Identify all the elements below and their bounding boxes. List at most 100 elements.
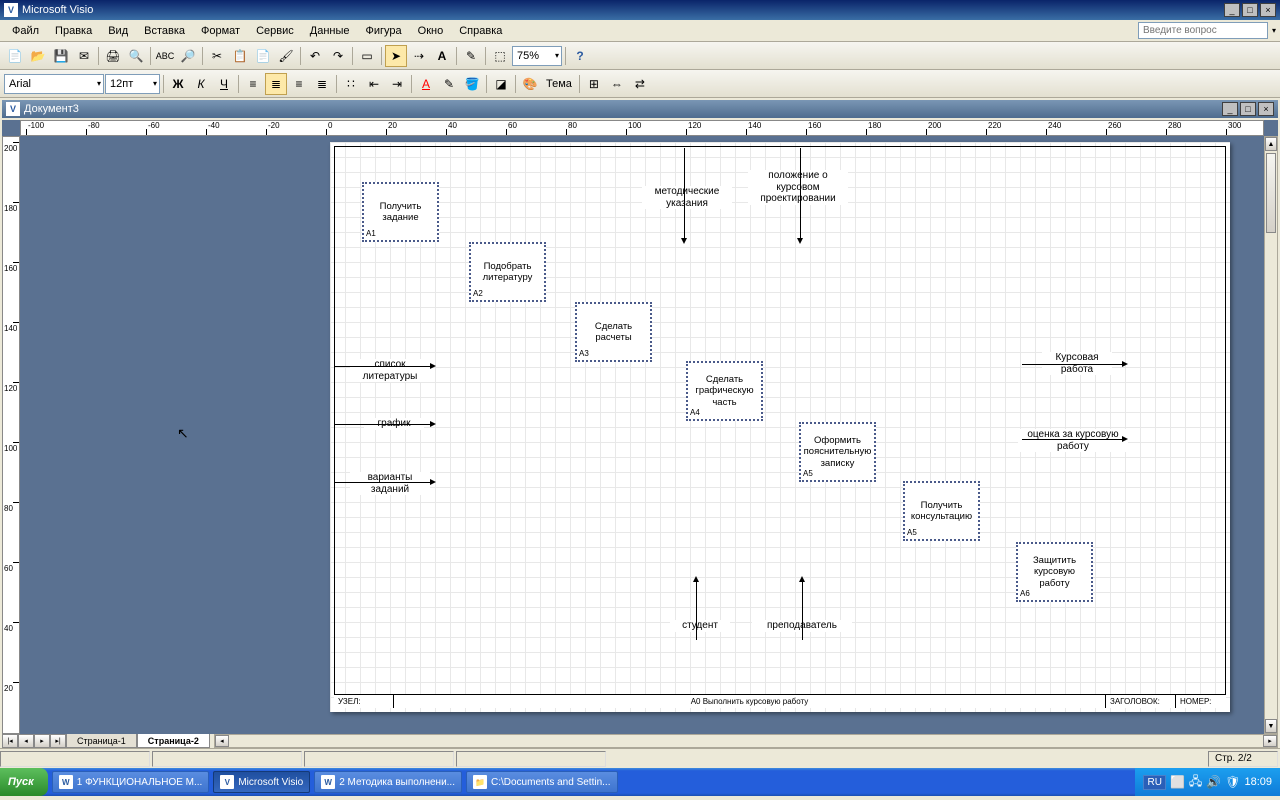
font-color-icon[interactable]: A xyxy=(415,73,437,95)
menu-file[interactable]: Файл xyxy=(4,23,47,39)
doc-close-button[interactable]: × xyxy=(1258,102,1274,116)
shapes-icon[interactable]: ▭ xyxy=(356,45,378,67)
diagram-label[interactable]: варианты заданий xyxy=(350,472,430,495)
zoom-dropdown[interactable]: 75% xyxy=(512,46,562,66)
paste-icon[interactable]: 📄 xyxy=(252,45,274,67)
page-tab-2[interactable]: Страница-2 xyxy=(137,734,210,748)
mail-icon[interactable]: ✉ xyxy=(73,45,95,67)
activity-box[interactable]: Получить заданиеA1 xyxy=(362,182,439,242)
save-icon[interactable]: 💾 xyxy=(50,45,72,67)
scroll-down-button[interactable]: ▼ xyxy=(1265,719,1277,733)
diagram-label[interactable]: список литературы xyxy=(350,359,430,382)
text-icon[interactable]: A xyxy=(431,45,453,67)
drawing-page[interactable]: Получить заданиеA1 Подобрать литературуA2… xyxy=(330,142,1230,712)
redo-icon[interactable]: ↷ xyxy=(327,45,349,67)
tray-shield-icon[interactable]: 🛡 xyxy=(1225,775,1240,789)
format-painter-icon[interactable]: 🖌 xyxy=(275,45,297,67)
spelling-icon[interactable]: ABC xyxy=(154,45,176,67)
menu-tools[interactable]: Сервис xyxy=(248,23,302,39)
line-color-icon[interactable]: ✎ xyxy=(438,73,460,95)
doc-maximize-button[interactable]: □ xyxy=(1240,102,1256,116)
justify-icon[interactable]: ≣ xyxy=(311,73,333,95)
taskbar-item[interactable]: 📁C:\Documents and Settin... xyxy=(466,771,618,793)
cut-icon[interactable]: ✂ xyxy=(206,45,228,67)
theme-icon[interactable]: 🎨 xyxy=(519,73,541,95)
zoom-full-icon[interactable]: ⬚ xyxy=(489,45,511,67)
align-left-icon[interactable]: ≡ xyxy=(242,73,264,95)
ink-icon[interactable]: ✎ xyxy=(460,45,482,67)
tray-network-icon[interactable]: 🖧 xyxy=(1189,772,1202,793)
language-indicator[interactable]: RU xyxy=(1143,775,1165,790)
scroll-thumb[interactable] xyxy=(1266,153,1276,233)
shadow-icon[interactable]: ◪ xyxy=(490,73,512,95)
tray-icon[interactable]: ⬜ xyxy=(1170,775,1185,789)
tab-nav-next[interactable]: ▸ xyxy=(34,734,50,748)
horizontal-scrollbar[interactable]: ◂ ▸ xyxy=(214,734,1278,748)
decrease-indent-icon[interactable]: ⇤ xyxy=(363,73,385,95)
diagram-label[interactable]: оценка за курсовую работу xyxy=(1018,429,1128,452)
connect-icon[interactable]: ⇄ xyxy=(629,73,651,95)
taskbar-item[interactable]: W1 ФУНКЦИОНАЛЬНОЕ М... xyxy=(52,771,210,793)
page-tab-1[interactable]: Страница-1 xyxy=(66,734,137,748)
horizontal-ruler[interactable]: -100-80-60-40-20020406080100120140160180… xyxy=(20,120,1264,136)
theme-label[interactable]: Тема xyxy=(542,78,576,90)
bullets-icon[interactable]: ∷ xyxy=(340,73,362,95)
bold-icon[interactable]: Ж xyxy=(167,73,189,95)
menu-window[interactable]: Окно xyxy=(410,23,452,39)
scroll-left-button[interactable]: ◂ xyxy=(215,735,229,747)
menu-shape[interactable]: Фигура xyxy=(358,23,410,39)
menu-view[interactable]: Вид xyxy=(100,23,136,39)
minimize-button[interactable]: _ xyxy=(1224,3,1240,17)
underline-icon[interactable]: Ч xyxy=(213,73,235,95)
activity-box[interactable]: Сделать графическую частьA4 xyxy=(686,361,763,421)
connector-icon[interactable]: ⇢ xyxy=(408,45,430,67)
diagram-label[interactable]: методические указания xyxy=(642,186,732,209)
start-button[interactable]: Пуск xyxy=(0,768,48,796)
diagram-label[interactable]: положение о курсовом проектировании xyxy=(748,170,848,205)
activity-box[interactable]: Оформить пояснительную запискуA5 xyxy=(799,422,876,482)
increase-indent-icon[interactable]: ⇥ xyxy=(386,73,408,95)
taskbar-item[interactable]: VMicrosoft Visio xyxy=(213,771,310,793)
activity-box[interactable]: Получить консультациюA5 xyxy=(903,481,980,541)
tab-nav-prev[interactable]: ◂ xyxy=(18,734,34,748)
research-icon[interactable]: 🔎 xyxy=(177,45,199,67)
copy-icon[interactable]: 📋 xyxy=(229,45,251,67)
taskbar-item[interactable]: W2 Методика выполнени... xyxy=(314,771,462,793)
help-icon[interactable]: ? xyxy=(569,45,591,67)
menu-edit[interactable]: Правка xyxy=(47,23,100,39)
pointer-icon[interactable]: ➤ xyxy=(385,45,407,67)
activity-box[interactable]: Защитить курсовую работуA6 xyxy=(1016,542,1093,602)
menu-insert[interactable]: Вставка xyxy=(136,23,193,39)
canvas[interactable]: Получить заданиеA1 Подобрать литературуA2… xyxy=(20,136,1264,734)
align-shapes-icon[interactable]: ⊞ xyxy=(583,73,605,95)
print-icon[interactable]: 🖨 xyxy=(102,45,124,67)
clock[interactable]: 18:09 xyxy=(1244,776,1272,788)
menu-format[interactable]: Формат xyxy=(193,23,248,39)
activity-box[interactable]: Подобрать литературуA2 xyxy=(469,242,546,302)
menu-data[interactable]: Данные xyxy=(302,23,358,39)
diagram-label[interactable]: студент xyxy=(670,620,730,632)
tab-nav-first[interactable]: |◂ xyxy=(2,734,18,748)
align-right-icon[interactable]: ≡ xyxy=(288,73,310,95)
font-name-dropdown[interactable]: Arial xyxy=(4,74,104,94)
tab-nav-last[interactable]: ▸| xyxy=(50,734,66,748)
doc-minimize-button[interactable]: _ xyxy=(1222,102,1238,116)
open-icon[interactable]: 📂 xyxy=(27,45,49,67)
menu-help[interactable]: Справка xyxy=(451,23,510,39)
italic-icon[interactable]: К xyxy=(190,73,212,95)
new-icon[interactable]: 📄 xyxy=(4,45,26,67)
help-search-input[interactable] xyxy=(1138,22,1268,39)
vertical-ruler[interactable]: 20018016014012010080604020 xyxy=(2,136,20,734)
undo-icon[interactable]: ↶ xyxy=(304,45,326,67)
print-preview-icon[interactable]: 🔍 xyxy=(125,45,147,67)
vertical-scrollbar[interactable]: ▲ ▼ xyxy=(1264,136,1278,734)
activity-box[interactable]: Сделать расчетыA3 xyxy=(575,302,652,362)
scroll-right-button[interactable]: ▸ xyxy=(1263,735,1277,747)
fill-color-icon[interactable]: 🪣 xyxy=(461,73,483,95)
maximize-button[interactable]: □ xyxy=(1242,3,1258,17)
tray-volume-icon[interactable]: 🔊 xyxy=(1206,775,1221,789)
distribute-icon[interactable]: ⇔ xyxy=(606,73,628,95)
scroll-up-button[interactable]: ▲ xyxy=(1265,137,1277,151)
close-button[interactable]: × xyxy=(1260,3,1276,17)
align-center-icon[interactable]: ≣ xyxy=(265,73,287,95)
